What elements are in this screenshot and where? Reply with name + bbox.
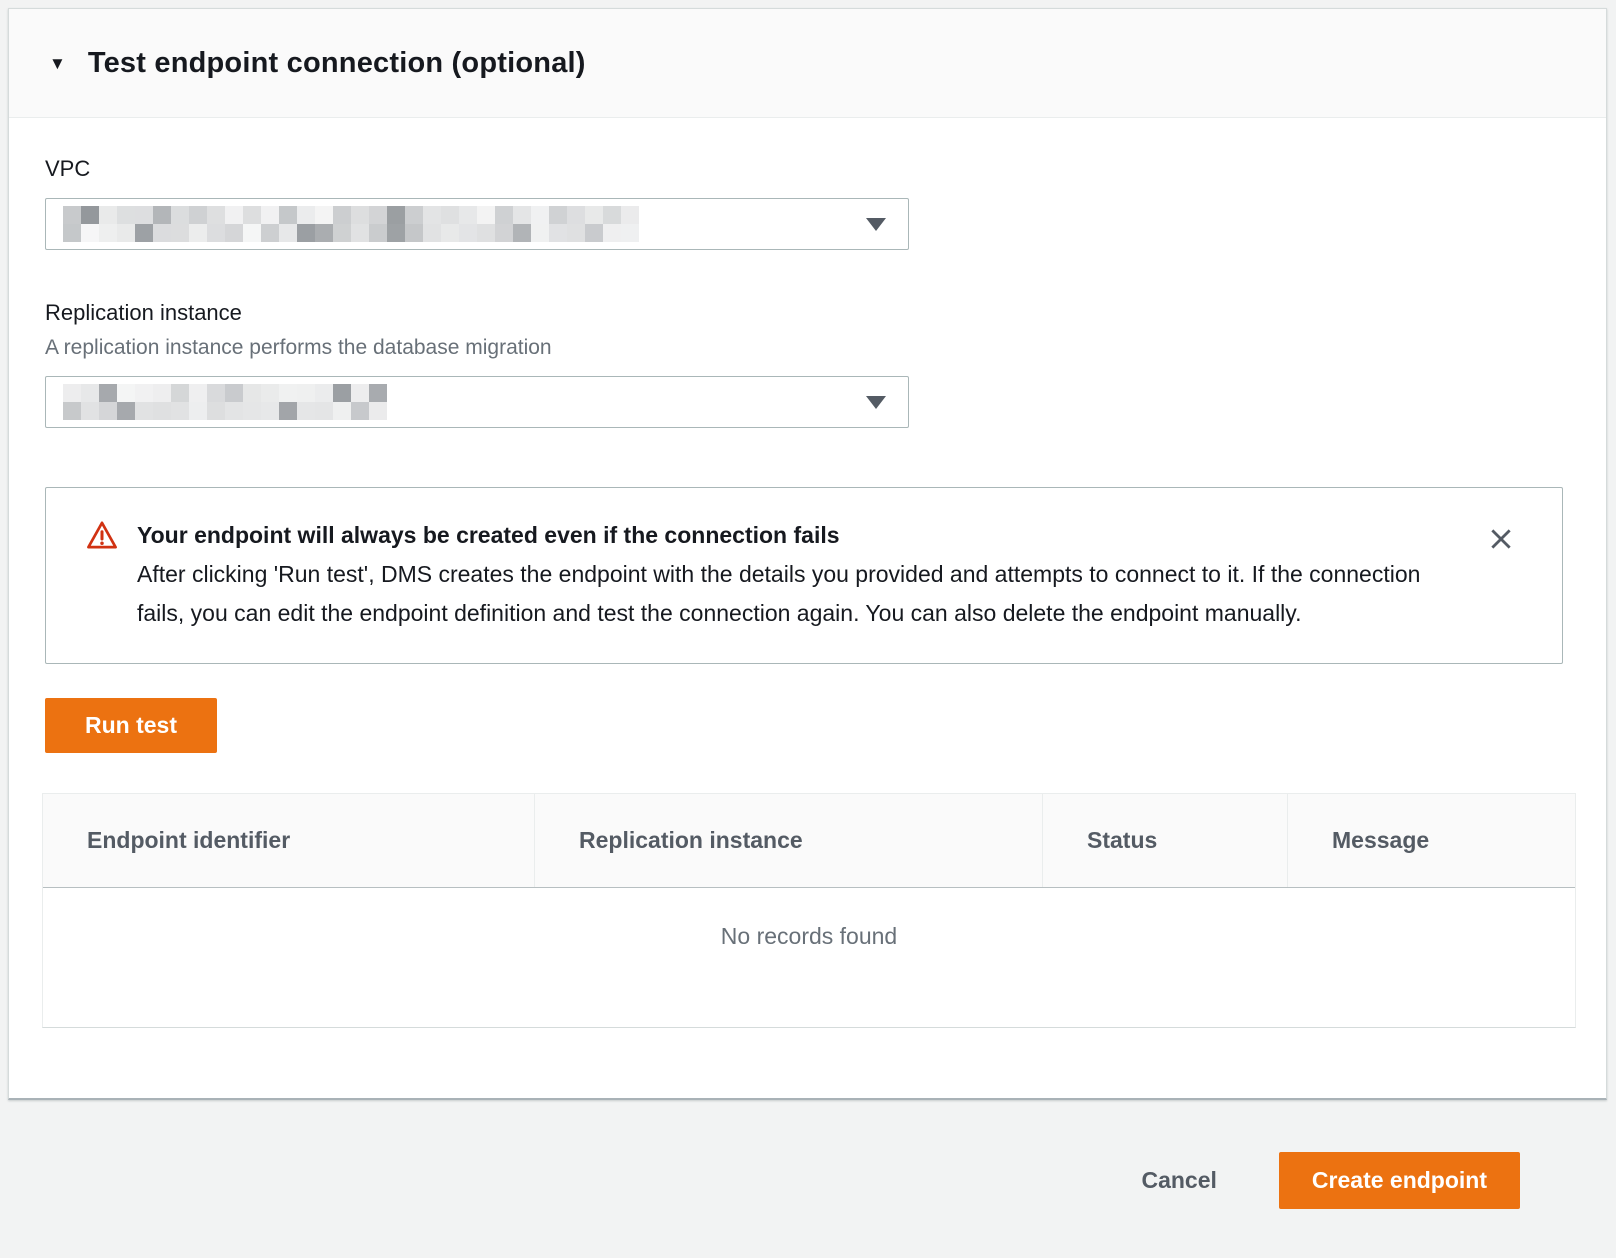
warning-title: Your endpoint will always be created eve…: [137, 516, 1447, 555]
panel-header-toggle[interactable]: ▼ Test endpoint connection (optional): [9, 9, 1606, 118]
vpc-field: VPC: [45, 156, 1562, 250]
empty-table-message: No records found: [43, 888, 1575, 1027]
dropdown-caret-icon: [866, 396, 886, 409]
replication-instance-redacted-value: [63, 384, 393, 420]
panel-title: Test endpoint connection (optional): [88, 47, 586, 80]
collapse-caret-icon: ▼: [49, 55, 66, 72]
panel-body: VPC Replication instance A replication i…: [9, 118, 1606, 1028]
column-header-replication-instance: Replication instance: [534, 794, 1042, 887]
replication-instance-label: Replication instance: [45, 300, 1562, 326]
column-header-status: Status: [1042, 794, 1287, 887]
dropdown-caret-icon: [866, 218, 886, 231]
table-header-row: Endpoint identifier Replication instance…: [43, 794, 1575, 888]
cancel-button[interactable]: Cancel: [1141, 1167, 1216, 1194]
warning-triangle-icon: [86, 516, 118, 633]
close-icon[interactable]: [1488, 526, 1514, 552]
vpc-label: VPC: [45, 156, 1562, 182]
column-header-endpoint-identifier: Endpoint identifier: [43, 794, 534, 887]
warning-body: After clicking 'Run test', DMS creates t…: [137, 555, 1447, 633]
test-endpoint-panel: ▼ Test endpoint connection (optional) VP…: [8, 8, 1607, 1100]
warning-text: Your endpoint will always be created eve…: [137, 516, 1447, 633]
replication-instance-select[interactable]: [45, 376, 909, 428]
vpc-redacted-value: [63, 206, 643, 242]
test-results-table: Endpoint identifier Replication instance…: [42, 793, 1576, 1028]
replication-instance-field: Replication instance A replication insta…: [45, 300, 1562, 428]
warning-alert: Your endpoint will always be created eve…: [45, 487, 1563, 664]
create-endpoint-button[interactable]: Create endpoint: [1279, 1152, 1520, 1209]
replication-instance-description: A replication instance performs the data…: [45, 335, 1562, 360]
vpc-select[interactable]: [45, 198, 909, 250]
run-test-button[interactable]: Run test: [45, 698, 217, 753]
column-header-message: Message: [1287, 794, 1575, 887]
form-footer: Cancel Create endpoint: [0, 1102, 1616, 1258]
